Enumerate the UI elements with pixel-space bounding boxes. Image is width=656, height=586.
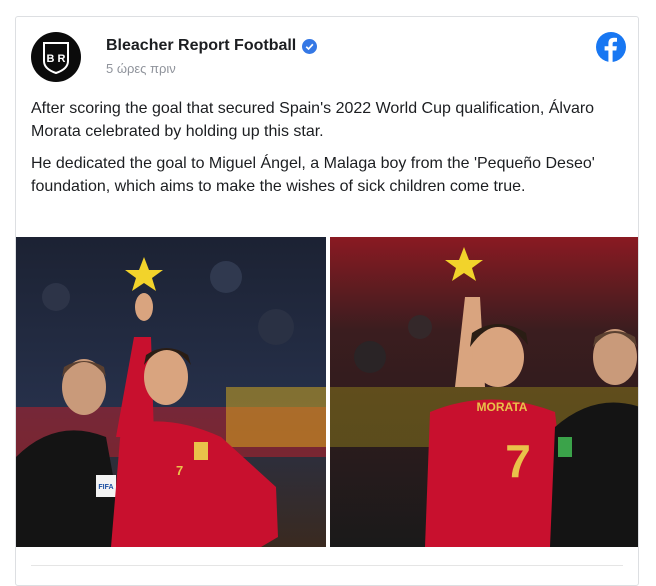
post-paragraph: He dedicated the goal to Miguel Ángel, a… [31,155,595,195]
verified-badge-icon [302,38,318,54]
footer-divider [31,565,623,566]
jersey-number-back: 7 [505,435,531,487]
jersey-number-front: 7 [176,463,183,478]
post-timestamp[interactable]: 5 ώρες πριν [106,61,176,76]
facebook-post-card: B R Bleacher Report Football 5 ώρες πριν… [15,16,639,586]
post-header: B R Bleacher Report Football 5 ώρες πριν [31,32,626,86]
ref-badge: FIFA [98,484,113,491]
post-body: After scoring the goal that secured Spai… [31,97,621,207]
page-avatar[interactable]: B R [31,32,81,82]
page-name-link[interactable]: Bleacher Report Football [106,37,318,55]
post-photo-left[interactable]: FIFA 7 [16,237,326,547]
page-name[interactable]: Bleacher Report Football [106,37,296,55]
post-photo-right[interactable]: MORATA 7 [330,237,638,547]
post-photo-grid: FIFA 7 MORATA 7 [16,237,638,547]
avatar-text: B R [47,53,66,65]
facebook-logo-icon[interactable] [596,32,626,62]
bleacher-report-logo-icon: B R [43,42,69,75]
jersey-name: MORATA [477,400,528,414]
post-paragraph: After scoring the goal that secured Spai… [31,100,595,140]
